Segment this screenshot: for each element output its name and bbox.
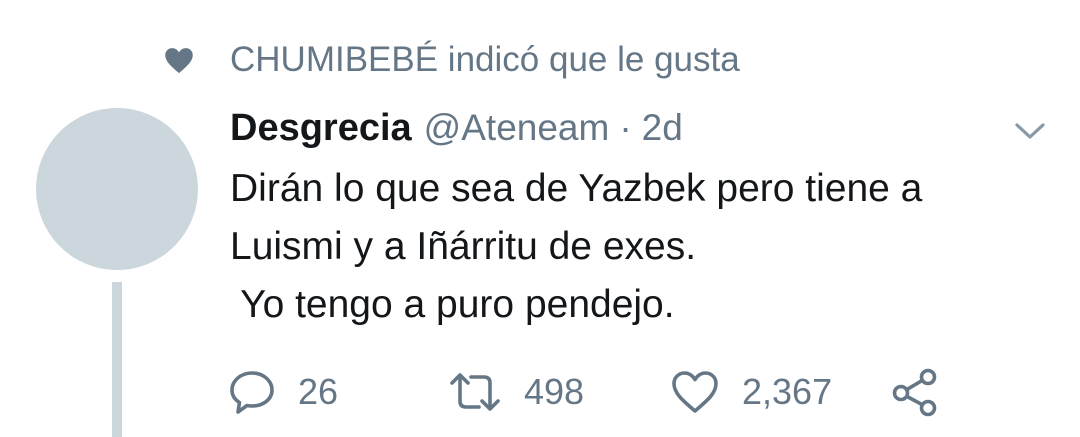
like-count: 2,367 [742,371,833,412]
reply-icon [228,369,276,415]
share-icon [890,367,940,417]
reply-button[interactable]: 26 [228,362,338,422]
reply-count: 26 [298,371,339,412]
social-context-text: CHUMIBEBÉ indicó que le gusta [230,40,740,79]
tweet-text-line: Luismi y a Iñárritu de exes. [230,225,697,268]
like-button[interactable]: 2,367 [670,362,832,422]
retweet-button[interactable]: 498 [448,362,584,422]
share-button[interactable] [890,362,940,422]
tweet-text: Dirán lo que sea de Yazbek pero tiene a … [230,160,1050,334]
user-handle[interactable]: @Ateneam [424,107,610,149]
timestamp[interactable]: 2d [642,107,683,149]
avatar[interactable] [36,108,198,270]
thread-line [112,282,122,437]
retweet-icon [448,370,502,414]
retweet-count: 498 [524,371,585,412]
tweet-text-line: Dirán lo que sea de Yazbek pero tiene a [230,167,923,210]
tweet-header: Desgrecia @Ateneam · 2d [230,104,683,152]
heart-outline-icon [670,369,720,415]
separator-dot: · [619,107,632,148]
chevron-down-icon[interactable] [1012,118,1048,144]
heart-filled-icon [164,46,194,74]
tweet-text-line: Yo tengo a puro pendejo. [230,283,675,326]
display-name[interactable]: Desgrecia [230,107,412,150]
social-context: CHUMIBEBÉ indicó que le gusta [164,38,740,82]
